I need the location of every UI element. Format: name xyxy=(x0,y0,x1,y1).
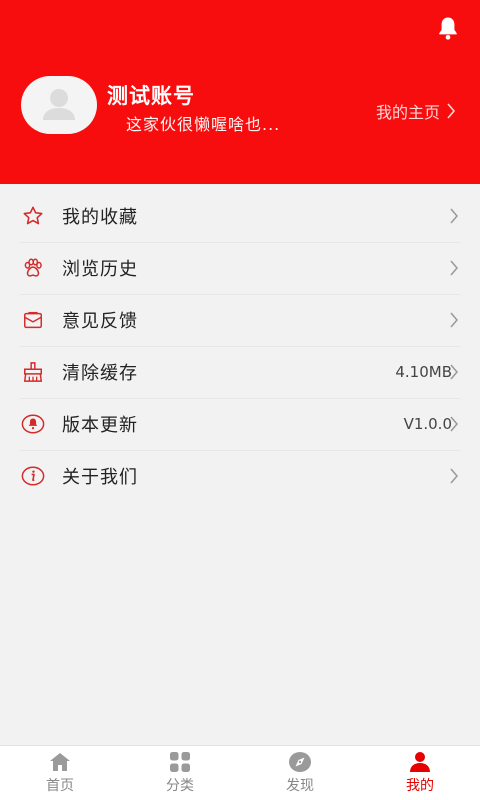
tab-label: 发现 xyxy=(286,778,314,794)
menu-item-label: 清除缓存 xyxy=(62,363,138,384)
compass-icon xyxy=(289,752,311,772)
broom-icon xyxy=(20,359,46,385)
bottom-tab-bar: 首页 分类 发现 我的 xyxy=(0,745,480,800)
menu-item-label: 意见反馈 xyxy=(62,311,138,332)
grid-icon xyxy=(170,752,190,772)
chevron-right-icon xyxy=(447,103,456,119)
notification-bell-icon[interactable] xyxy=(434,14,462,42)
home-icon xyxy=(50,753,70,771)
chevron-right-icon xyxy=(450,416,458,432)
menu-item-label: 版本更新 xyxy=(62,415,138,436)
tab-label: 我的 xyxy=(406,778,434,794)
tab-mine[interactable]: 我的 xyxy=(360,746,480,800)
menu-item-favorites[interactable]: 我的收藏 xyxy=(0,190,460,242)
cache-size-value: 4.10MB xyxy=(395,363,452,381)
chevron-right-icon xyxy=(450,208,458,224)
menu-item-about-us[interactable]: 关于我们 xyxy=(0,450,460,502)
bell-circle-icon xyxy=(20,411,46,437)
avatar-placeholder-icon xyxy=(43,89,75,120)
star-icon xyxy=(20,203,46,229)
mail-icon xyxy=(20,307,46,333)
username: 测试账号 xyxy=(107,84,195,108)
avatar[interactable] xyxy=(21,76,97,134)
profile-header: 测试账号 这家伙很懒喔啥也... 我的主页 xyxy=(0,0,480,184)
info-icon xyxy=(20,463,46,489)
tab-label: 分类 xyxy=(166,778,194,794)
version-value: V1.0.0 xyxy=(403,415,452,433)
homepage-label: 我的主页 xyxy=(375,103,440,122)
menu-item-label: 关于我们 xyxy=(62,467,138,488)
paw-icon xyxy=(20,255,46,281)
tab-category[interactable]: 分类 xyxy=(120,746,240,800)
tab-label: 首页 xyxy=(46,778,74,794)
chevron-right-icon xyxy=(450,468,458,484)
tab-discover[interactable]: 发现 xyxy=(240,746,360,800)
settings-menu: 我的收藏 浏览历史 意见反馈 清除缓存 4.10MB 版本更新 V1.0.0 关… xyxy=(0,190,480,502)
person-icon xyxy=(410,752,430,772)
tab-home[interactable]: 首页 xyxy=(0,746,120,800)
menu-item-label: 浏览历史 xyxy=(62,259,138,280)
menu-item-clear-cache[interactable]: 清除缓存 4.10MB xyxy=(0,346,460,398)
user-bio: 这家伙很懒喔啥也... xyxy=(126,115,281,134)
my-homepage-link[interactable]: 我的主页 xyxy=(376,99,456,123)
menu-item-label: 我的收藏 xyxy=(62,207,138,228)
menu-item-history[interactable]: 浏览历史 xyxy=(0,242,460,294)
chevron-right-icon xyxy=(450,312,458,328)
chevron-right-icon xyxy=(450,364,458,380)
menu-item-version-update[interactable]: 版本更新 V1.0.0 xyxy=(0,398,460,450)
chevron-right-icon xyxy=(450,260,458,276)
menu-item-feedback[interactable]: 意见反馈 xyxy=(0,294,460,346)
